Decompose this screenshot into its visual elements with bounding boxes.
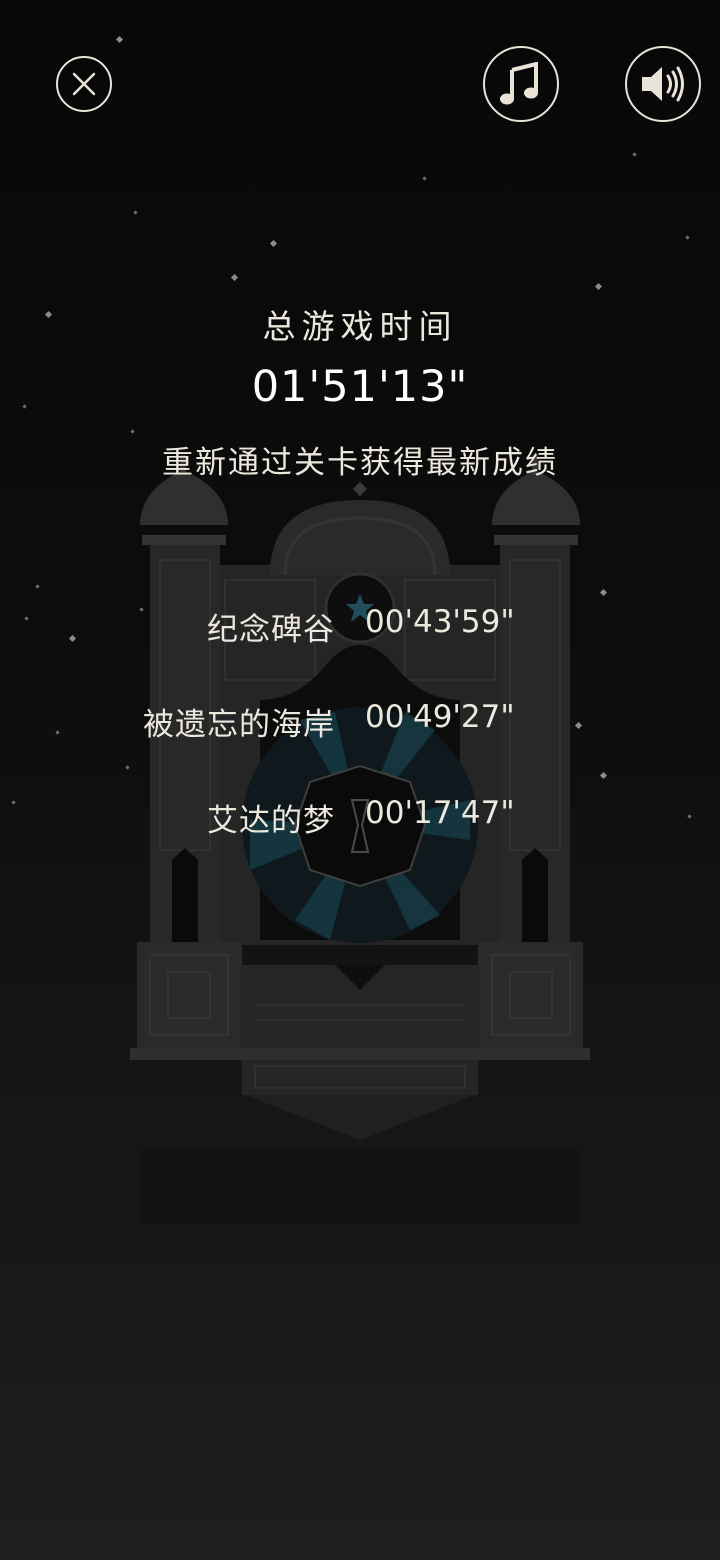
level-row: 被遗忘的海岸 00'49'27"	[0, 699, 720, 747]
close-button[interactable]	[56, 56, 112, 112]
level-time: 00'49'27"	[365, 699, 515, 735]
total-time-label: 总游戏时间	[262, 307, 458, 346]
level-name: 艾达的梦	[207, 803, 335, 839]
monument-illustration	[130, 455, 590, 1225]
game-screen: 总游戏时间 01'51'13" 重新通过关卡获得最新成绩 纪念碑谷 00'43'…	[0, 0, 720, 1560]
level-name: 纪念碑谷	[207, 612, 335, 648]
sound-toggle-button[interactable]	[625, 46, 701, 122]
level-row: 艾达的梦 00'17'47"	[0, 795, 720, 843]
music-toggle-button[interactable]	[483, 46, 559, 122]
replay-note: 重新通过关卡获得最新成绩	[162, 445, 558, 481]
level-name: 被遗忘的海岸	[143, 707, 335, 743]
music-note-icon	[500, 62, 538, 105]
total-time-value: 01'51'13"	[251, 362, 469, 412]
speaker-icon	[642, 66, 684, 102]
close-icon	[72, 72, 96, 96]
level-time: 00'17'47"	[365, 795, 515, 831]
level-row: 纪念碑谷 00'43'59"	[0, 604, 720, 652]
level-time: 00'43'59"	[365, 604, 515, 640]
